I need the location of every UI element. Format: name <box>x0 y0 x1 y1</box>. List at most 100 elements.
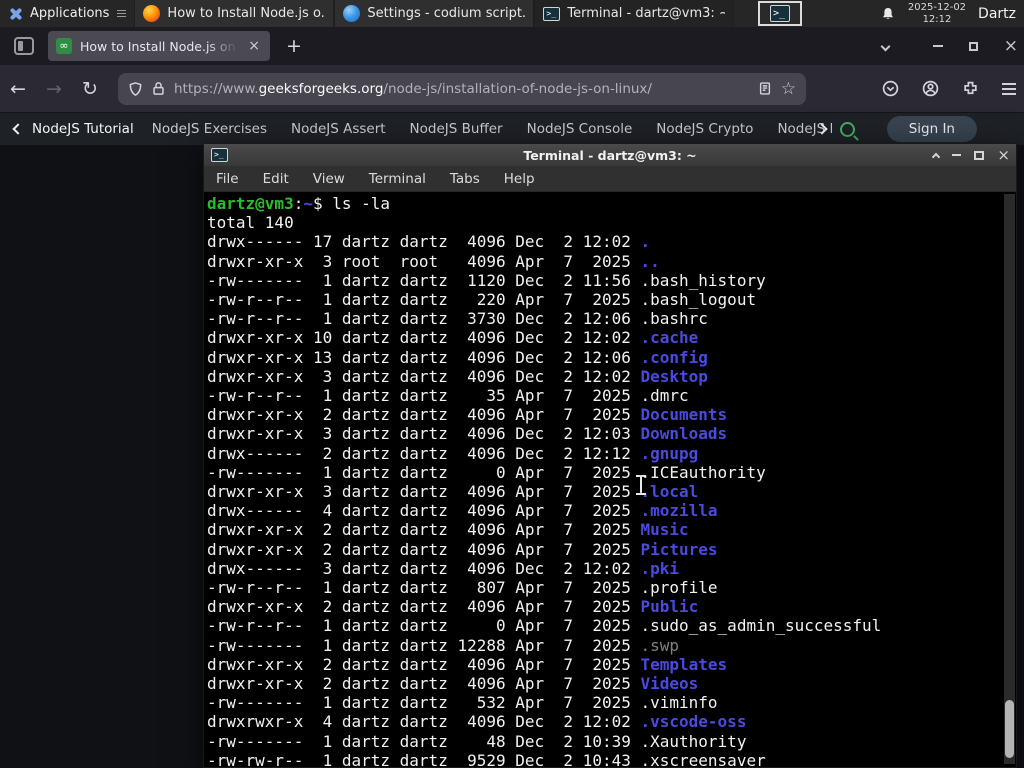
maximize-button[interactable] <box>968 41 978 51</box>
url-bar[interactable]: https://www.geeksforgeeks.org/node-js/in… <box>118 72 806 105</box>
file-listing-row: drwx------ 17 dartz dartz 4096 Dec 2 12:… <box>207 232 1016 251</box>
file-listing-row: -rw-r--r-- 1 dartz dartz 3730 Dec 2 12:0… <box>207 309 1016 328</box>
terminal-close-button[interactable]: × <box>997 147 1010 163</box>
site-nav-link[interactable]: NodeJS Buffer <box>410 121 503 137</box>
nav-scroll-left-icon[interactable] <box>12 123 24 135</box>
file-meta: drwx------ 4 dartz dartz 4096 Apr 7 2025 <box>207 501 641 521</box>
new-tab-button[interactable]: + <box>286 35 302 57</box>
terminal-content[interactable]: dartz@vm3:~$ ls -la total 140 drwx------… <box>204 192 1016 767</box>
file-listing-row: drwxr-xr-x 13 dartz dartz 4096 Dec 2 12:… <box>207 348 1016 367</box>
terminal-maximize-button[interactable] <box>974 150 985 160</box>
terminal-minimize-button[interactable] <box>952 154 962 156</box>
applications-menu[interactable]: Applications <box>0 0 134 27</box>
taskbar-button-firefox[interactable]: How to Install Node.js o... <box>134 0 335 27</box>
file-name: . <box>640 232 651 252</box>
file-name: .config <box>640 347 708 367</box>
site-nav-primary[interactable]: NodeJS Tutorial <box>32 121 134 137</box>
browser-tab-active[interactable]: ∞ How to Install Node.js on × <box>48 31 270 61</box>
site-nav-link[interactable]: NodeJS Exercises <box>152 121 267 137</box>
file-name: Desktop <box>640 366 708 386</box>
file-name: .bashrc <box>640 309 708 329</box>
prompt-user-host: dartz@vm3 <box>207 194 294 213</box>
site-nav-link[interactable]: NodeJS Console <box>527 121 633 137</box>
file-meta: -rw------- 1 dartz dartz 0 Apr 7 2025 <box>207 462 641 482</box>
back-button[interactable]: ← <box>0 78 36 100</box>
file-listing-row: -rw------- 1 dartz dartz 532 Apr 7 2025 … <box>207 693 1016 712</box>
menu-lines-icon <box>117 10 127 17</box>
notification-bell-icon[interactable] <box>880 6 896 22</box>
file-listing-row: drwx------ 4 dartz dartz 4096 Apr 7 2025… <box>207 501 1016 520</box>
file-name: Documents <box>640 405 728 425</box>
top-panel: Applications How to Install Node.js o...… <box>0 0 1024 27</box>
terminal-titlebar[interactable]: >_ Terminal - dartz@vm3: ~ × <box>204 144 1016 166</box>
terminal-menu-item[interactable]: Tabs <box>450 171 480 187</box>
terminal-menu-item[interactable]: File <box>216 171 239 187</box>
bookmark-star-icon[interactable]: ☆ <box>781 79 796 99</box>
clock-time: 12:12 <box>922 13 952 25</box>
firefox-view-icon[interactable] <box>14 37 34 55</box>
terminal-menu-item[interactable]: Help <box>504 171 535 187</box>
minimize-button[interactable] <box>932 45 943 47</box>
terminal-scrollbar[interactable] <box>1004 194 1015 764</box>
account-icon[interactable] <box>922 80 939 97</box>
task-label: How to Install Node.js o... <box>167 6 326 21</box>
file-listing-row: -rw-r--r-- 1 dartz dartz 807 Apr 7 2025 … <box>207 578 1016 597</box>
applications-label: Applications <box>30 6 110 21</box>
site-nav-link[interactable]: NodeJS Crypto <box>656 121 753 137</box>
file-listing: drwx------ 17 dartz dartz 4096 Dec 2 12:… <box>207 232 1016 767</box>
file-listing-row: drwx------ 2 dartz dartz 4096 Dec 2 12:1… <box>207 444 1016 463</box>
file-meta: drwxr-xr-x 3 dartz dartz 4096 Dec 2 12:0… <box>207 424 641 444</box>
firefox-tab-bar: ∞ How to Install Node.js on × + <box>0 27 1024 65</box>
file-name: .gnupg <box>640 443 699 463</box>
terminal-menu-item[interactable]: Edit <box>263 171 289 187</box>
terminal-menu-item[interactable]: View <box>313 171 345 187</box>
shade-window-icon[interactable] <box>932 152 941 161</box>
terminal-menu-item[interactable]: Terminal <box>369 171 426 187</box>
panel-status-area: 2025-12-02 12:12 Dartz <box>880 0 1024 27</box>
clock[interactable]: 2025-12-02 12:12 <box>908 2 966 26</box>
file-listing-row: drwxr-xr-x 3 dartz dartz 4096 Dec 2 12:0… <box>207 424 1016 443</box>
tray-terminal-indicator[interactable]: >_ <box>758 1 802 26</box>
file-meta: -rw------- 1 dartz dartz 532 Apr 7 2025 <box>207 693 641 713</box>
prompt-separator: : <box>293 194 304 213</box>
user-menu[interactable]: Dartz <box>978 6 1016 22</box>
terminal-icon: >_ <box>770 5 790 22</box>
menu-hamburger-icon[interactable] <box>1002 82 1016 95</box>
tab-close-icon[interactable]: × <box>246 38 262 54</box>
taskbar-button-terminal[interactable]: >_ Terminal - dartz@vm3: ~ <box>534 0 735 27</box>
terminal-window: >_ Terminal - dartz@vm3: ~ × File Edit Vie… <box>203 143 1017 768</box>
url-text[interactable]: https://www.geeksforgeeks.org/node-js/in… <box>174 81 749 97</box>
extensions-icon[interactable] <box>962 80 979 97</box>
file-name: .bash_logout <box>640 290 757 310</box>
file-listing-row: drwxr-xr-x 2 dartz dartz 4096 Apr 7 2025… <box>207 520 1016 539</box>
site-nav-link[interactable]: NodeJS Assert <box>291 121 386 137</box>
prompt-cwd: ~ <box>303 194 313 213</box>
file-name: .ICEauthority <box>640 462 766 482</box>
terminal-icon: >_ <box>543 6 561 21</box>
sign-in-button[interactable]: Sign In <box>886 116 977 142</box>
close-button[interactable]: × <box>1004 37 1018 55</box>
file-meta: drwxr-xr-x 10 dartz dartz 4096 Dec 2 12:… <box>207 328 641 348</box>
file-listing-row: drwxr-xr-x 2 dartz dartz 4096 Apr 7 2025… <box>207 655 1016 674</box>
file-listing-row: drwxr-xr-x 3 root root 4096 Apr 7 2025 .… <box>207 252 1016 271</box>
scrollbar-thumb[interactable] <box>1005 700 1014 758</box>
reader-mode-icon[interactable] <box>758 81 772 96</box>
lock-icon[interactable] <box>152 81 165 96</box>
file-listing-row: drwxr-xr-x 3 dartz dartz 4096 Dec 2 12:0… <box>207 367 1016 386</box>
pocket-icon[interactable] <box>882 80 899 97</box>
file-name: .viminfo <box>640 693 718 713</box>
task-label: Terminal - dartz@vm3: ~ <box>567 6 726 21</box>
file-listing-row: -rw-r--r-- 1 dartz dartz 0 Apr 7 2025 .s… <box>207 616 1016 635</box>
file-name: Music <box>640 520 689 540</box>
search-icon[interactable] <box>839 121 855 137</box>
taskbar-button-codium[interactable]: Settings - codium script... <box>334 0 535 27</box>
shield-icon[interactable] <box>128 81 143 97</box>
list-tabs-chevron-icon[interactable] <box>880 41 891 51</box>
clock-date: 2025-12-02 <box>907 1 967 13</box>
mouse-ibeam-cursor <box>635 474 646 496</box>
reload-button[interactable]: ↻ <box>72 78 108 100</box>
file-meta: -rw-r--r-- 1 dartz dartz 807 Apr 7 2025 <box>207 578 641 598</box>
file-name: .. <box>640 251 660 271</box>
window-controls: × <box>880 27 1018 65</box>
file-name: Videos <box>640 674 699 694</box>
